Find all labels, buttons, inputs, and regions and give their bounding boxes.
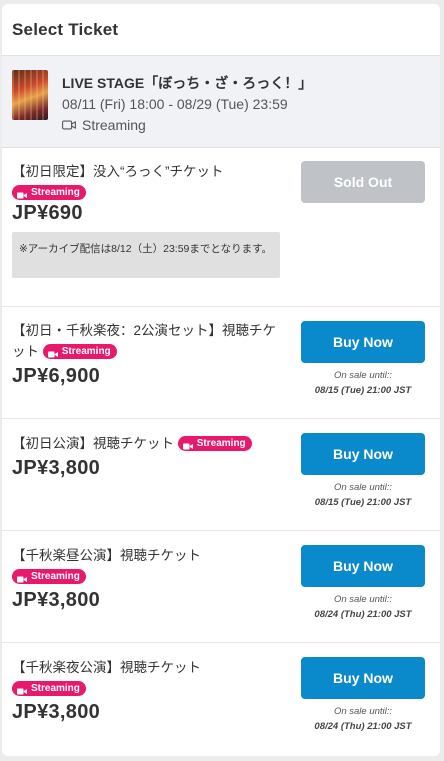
video-camera-icon xyxy=(62,120,76,130)
ticket-price: JP¥3,800 xyxy=(12,701,101,723)
streaming-badge-label: Streaming xyxy=(31,186,80,198)
ticket-price: JP¥6,900 xyxy=(12,365,101,387)
sold-out-button[interactable]: Sold Out xyxy=(301,161,425,203)
streaming-badge-label: Streaming xyxy=(31,570,80,582)
streaming-badge-label: Streaming xyxy=(61,345,111,357)
streaming-badge-label: Streaming xyxy=(31,682,80,694)
sale-until: On sale until:: 08/24 (Thu) 21:00 JST xyxy=(301,704,425,734)
streaming-badge: Streaming xyxy=(177,435,252,451)
ticket-price: JP¥3,800 xyxy=(12,457,101,479)
ticket-name-text: 【初日公演】視聴チケット xyxy=(12,436,174,451)
buy-now-button[interactable]: Buy Now xyxy=(301,657,425,699)
streaming-badge-label: Streaming xyxy=(196,437,246,449)
ticket-row: 【千秋楽夜公演】視聴チケット Streaming JP¥3,800 Buy No… xyxy=(2,643,440,755)
buy-now-button[interactable]: Buy Now xyxy=(301,545,425,587)
ticket-row: 【千秋楽昼公演】視聴チケット Streaming JP¥3,800 Buy No… xyxy=(2,531,440,643)
sale-until-date: 08/15 (Tue) 21:00 JST xyxy=(314,385,412,396)
video-camera-icon xyxy=(17,685,27,695)
ticket-row: 【初日限定】没入“ろっく”チケット Streaming JP¥690 ※アーカイ… xyxy=(2,148,440,307)
event-dates: 08/11 (Fri) 18:00 - 08/29 (Tue) 23:59 xyxy=(62,96,288,112)
event-stream-info: Streaming xyxy=(62,117,146,133)
event-title: LIVE STAGE「ぼっち・ざ・ろっく！」 xyxy=(62,75,313,91)
ticket-name-text: 【千秋楽昼公演】視聴チケット xyxy=(12,548,201,563)
panel-header: Select Ticket xyxy=(2,4,440,55)
sale-until-date: 08/24 (Thu) 21:00 JST xyxy=(314,721,412,732)
sale-until-label: On sale until:: xyxy=(333,706,393,717)
buy-now-button[interactable]: Buy Now xyxy=(301,433,425,475)
ticket-name: 【初日・千秋楽夜：2公演セット】視聴チケット Streaming xyxy=(12,320,282,362)
ticket-price: JP¥690 xyxy=(12,202,83,224)
sale-until-label: On sale until:: xyxy=(333,482,393,493)
sale-until-date: 08/24 (Thu) 21:00 JST xyxy=(314,609,412,620)
sale-until-label: On sale until:: xyxy=(333,370,393,381)
event-thumbnail xyxy=(12,70,48,120)
ticket-row: 【初日公演】視聴チケット Streaming JP¥3,800 Buy Now … xyxy=(2,419,440,531)
sale-until-date: 08/15 (Tue) 21:00 JST xyxy=(314,497,412,508)
streaming-badge: Streaming xyxy=(12,568,86,584)
ticket-row: 【初日・千秋楽夜：2公演セット】視聴チケット Streaming JP¥6,90… xyxy=(2,307,440,419)
sale-until: On sale until:: 08/24 (Thu) 21:00 JST xyxy=(301,592,425,622)
sale-until-label: On sale until:: xyxy=(333,594,393,605)
event-summary: LIVE STAGE「ぼっち・ざ・ろっく！」 08/11 (Fri) 18:00… xyxy=(2,55,440,148)
streaming-badge: Streaming xyxy=(12,680,86,696)
sale-until: On sale until:: 08/15 (Tue) 21:00 JST xyxy=(301,368,425,398)
ticket-name: 【初日限定】没入“ろっく”チケット Streaming xyxy=(12,161,282,203)
video-camera-icon xyxy=(17,573,27,583)
buy-now-button[interactable]: Buy Now xyxy=(301,321,425,363)
streaming-badge: Streaming xyxy=(12,184,86,200)
ticket-panel: Select Ticket LIVE STAGE「ぼっち・ざ・ろっく！」 08/… xyxy=(2,4,440,756)
sale-until: On sale until:: 08/15 (Tue) 21:00 JST xyxy=(301,480,425,510)
video-camera-icon xyxy=(47,348,58,358)
ticket-name-text: 【初日限定】没入“ろっく”チケット xyxy=(12,164,224,179)
ticket-name: 【千秋楽昼公演】視聴チケット Streaming xyxy=(12,545,282,587)
ticket-name-text: 【千秋楽夜公演】視聴チケット xyxy=(12,660,201,675)
archive-note: ※アーカイブ配信は8/12（土）23:59までとなります。 xyxy=(12,232,280,278)
ticket-name: 【千秋楽夜公演】視聴チケット Streaming xyxy=(12,657,282,699)
ticket-price: JP¥3,800 xyxy=(12,589,101,611)
page-title: Select Ticket xyxy=(12,20,119,39)
video-camera-icon xyxy=(182,440,193,450)
video-camera-icon xyxy=(17,189,27,199)
event-stream-label: Streaming xyxy=(82,117,146,133)
ticket-name: 【初日公演】視聴チケット Streaming xyxy=(12,433,287,454)
streaming-badge: Streaming xyxy=(42,343,117,359)
